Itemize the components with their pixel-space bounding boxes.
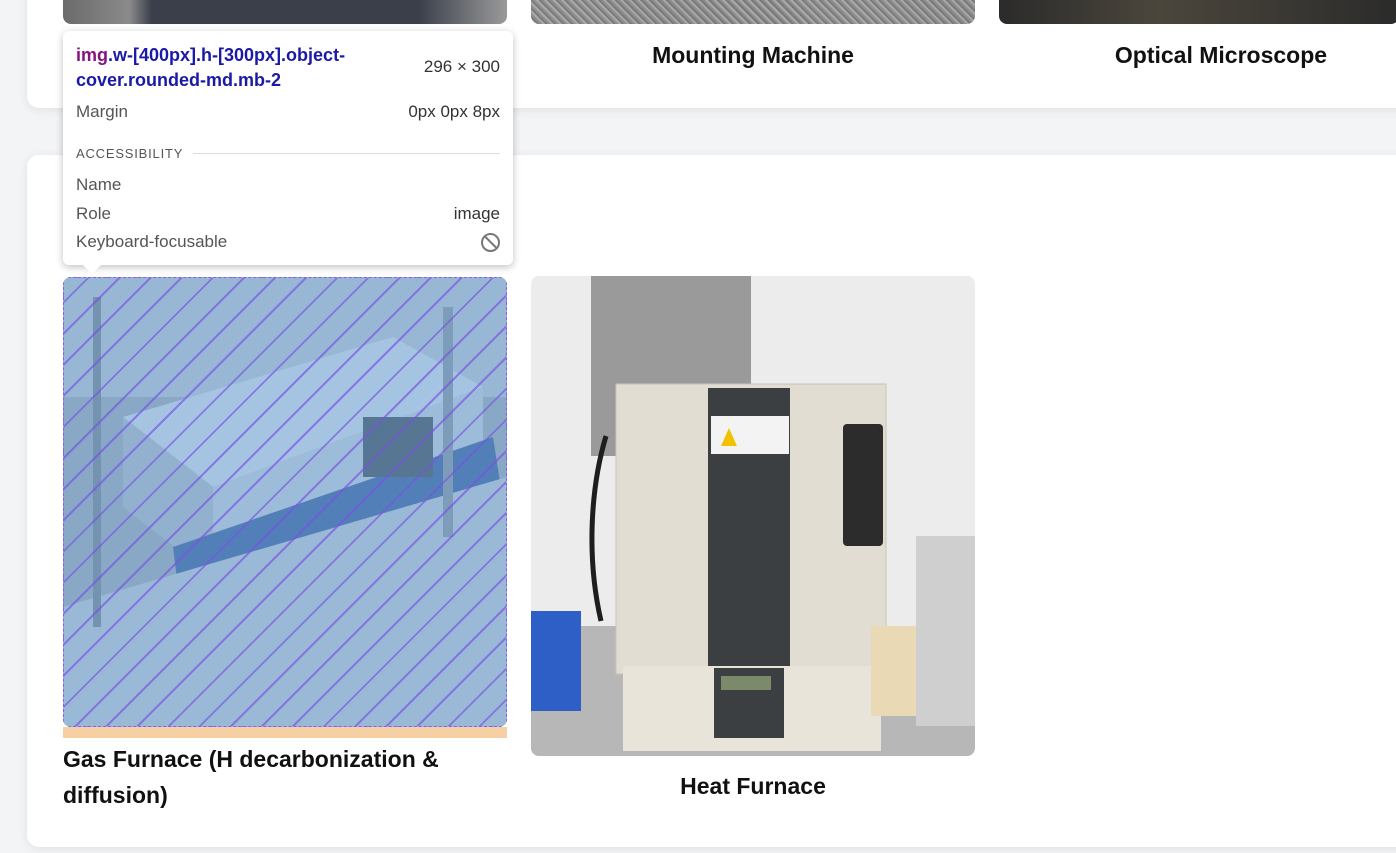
margin-label: Margin xyxy=(76,102,128,121)
element-size: 296 × 300 xyxy=(423,57,500,76)
inspector-highlight-overlay xyxy=(63,277,507,727)
name-row: Name xyxy=(76,175,500,195)
selector-tag: img xyxy=(76,45,109,65)
keyboard-focusable-row: Keyboard-focusable xyxy=(76,232,500,252)
inspector-tooltip: img.w-[400px].h-[300px].object-cover.rou… xyxy=(63,31,513,274)
caption-optical-microscope: Optical Microscope xyxy=(1114,42,1328,68)
section-divider xyxy=(193,153,500,154)
caption-gas-furnace: Gas Furnace (H decarbonization & diffusi… xyxy=(63,746,439,808)
not-allowed-icon xyxy=(481,232,500,252)
caption-mounting-machine: Mounting Machine xyxy=(652,42,854,68)
accessibility-section-header: ACCESSIBILITY xyxy=(76,146,500,161)
gas-furnace-image xyxy=(63,277,507,727)
name-label: Name xyxy=(76,175,122,194)
margin-row: Margin 0px 0px 8px xyxy=(76,102,500,122)
equipment-image-mounting-machine xyxy=(531,0,975,24)
keyboard-focusable-label: Keyboard-focusable xyxy=(76,232,228,251)
equipment-image xyxy=(63,0,507,24)
selector-classes: .w-[400px].h-[300px].object-cover.rounde… xyxy=(76,45,346,90)
margin-value: 0px 0px 8px xyxy=(408,102,500,121)
role-row: Role image xyxy=(76,204,500,224)
caption-heat-furnace: Heat Furnace xyxy=(680,773,826,799)
accessibility-title: ACCESSIBILITY xyxy=(76,146,184,161)
heat-furnace-photo-illustration xyxy=(531,276,975,756)
heat-furnace-image xyxy=(531,276,975,756)
role-value: image xyxy=(453,204,500,223)
role-label: Role xyxy=(76,204,111,223)
element-selector: img.w-[400px].h-[300px].object-cover.rou… xyxy=(76,43,406,93)
inspector-margin-box xyxy=(63,727,507,738)
equipment-image-optical-microscope xyxy=(999,0,1396,24)
